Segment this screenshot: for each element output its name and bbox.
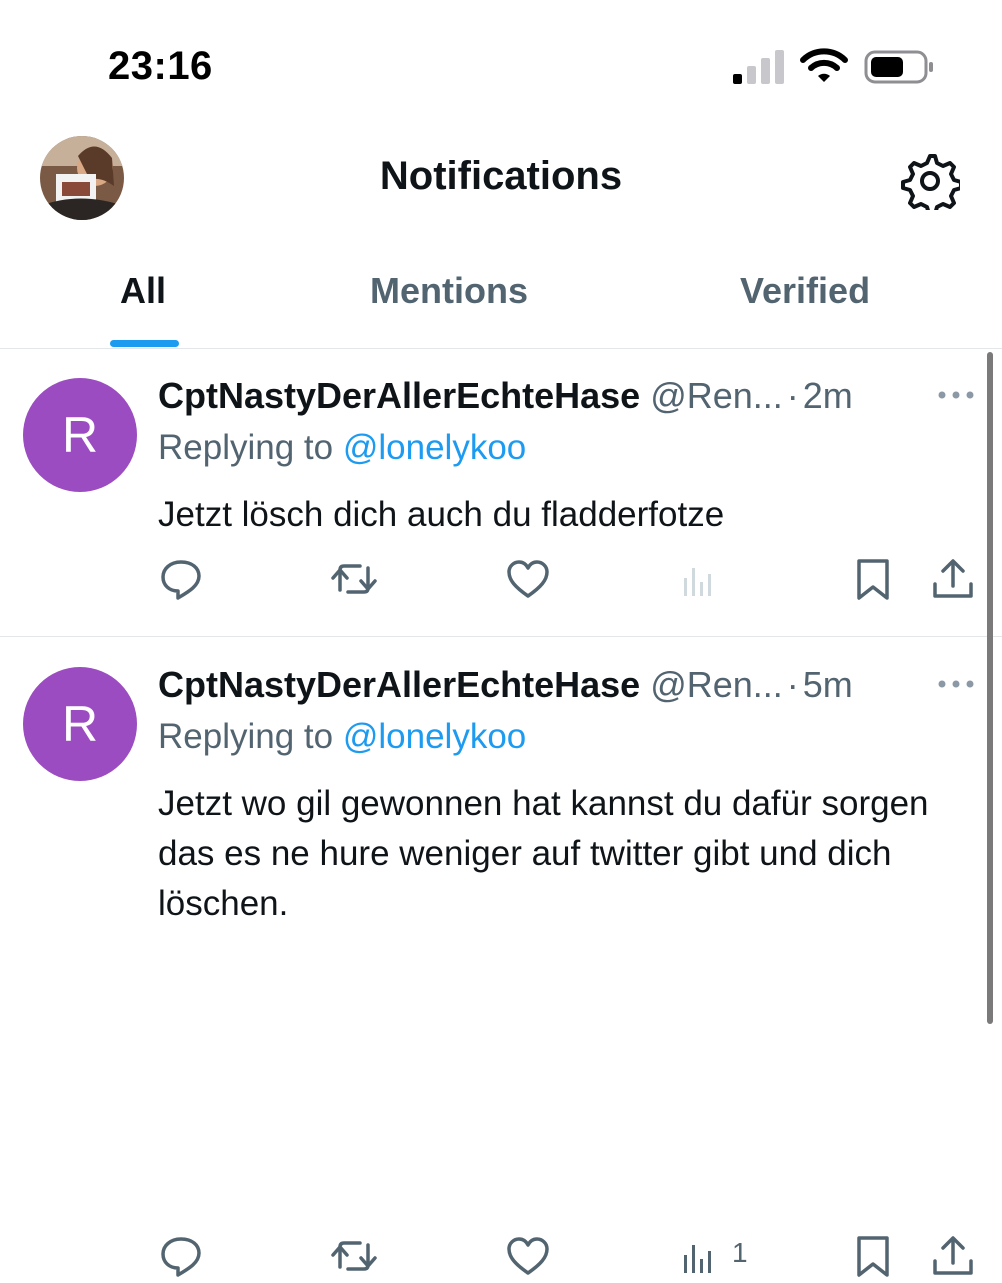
avatar[interactable]: R bbox=[23, 667, 137, 781]
active-tab-indicator bbox=[110, 340, 179, 347]
replying-to-link[interactable]: @lonelykoo bbox=[343, 717, 526, 756]
tweet-actions: 1 bbox=[0, 1233, 1002, 1283]
author-handle[interactable]: @Ren... bbox=[650, 375, 783, 416]
replying-to: Replying to @lonelykoo bbox=[158, 715, 526, 759]
notification-item[interactable]: R CptNastyDerAllerEchteHase @Ren... · 5m Re… bbox=[0, 637, 1002, 1277]
views-icon[interactable]: 1 bbox=[680, 1233, 770, 1283]
notification-item[interactable]: R CptNastyDerAllerEchteHase @Ren... · 2m Re… bbox=[0, 348, 1002, 637]
tab-bar: All Mentions Verified bbox=[0, 240, 1002, 349]
page-title: Notifications bbox=[379, 154, 623, 198]
settings-gear-icon[interactable] bbox=[900, 150, 960, 210]
scrollbar[interactable] bbox=[987, 352, 993, 1024]
share-icon[interactable] bbox=[930, 1233, 976, 1283]
status-time: 23:16 bbox=[108, 44, 213, 88]
replying-prefix: Replying to bbox=[158, 717, 334, 756]
reply-icon[interactable] bbox=[158, 556, 204, 606]
tweet-header: CptNastyDerAllerEchteHase @Ren... · 2m bbox=[158, 374, 898, 418]
status-bar: 23:16 bbox=[0, 0, 1002, 130]
views-count: 1 bbox=[732, 1237, 748, 1268]
tweet-text: Jetzt wo gil gewonnen hat kannst du dafü… bbox=[158, 784, 929, 923]
reply-icon[interactable] bbox=[158, 1233, 204, 1283]
header: Notifications bbox=[0, 130, 1002, 240]
tweet-actions bbox=[0, 556, 1002, 606]
timestamp: 2m bbox=[802, 375, 853, 416]
replying-to: Replying to @lonelykoo bbox=[158, 426, 526, 470]
retweet-icon[interactable] bbox=[330, 1233, 378, 1283]
author-name[interactable]: CptNastyDerAllerEchteHase bbox=[158, 664, 640, 705]
battery-icon bbox=[864, 49, 936, 85]
bookmark-icon[interactable] bbox=[853, 1233, 893, 1283]
replying-prefix: Replying to bbox=[158, 428, 334, 467]
author-handle[interactable]: @Ren... bbox=[650, 664, 783, 705]
separator: · bbox=[786, 664, 799, 705]
retweet-icon[interactable] bbox=[330, 556, 378, 606]
tweet-header: CptNastyDerAllerEchteHase @Ren... · 5m bbox=[158, 663, 898, 707]
separator: · bbox=[786, 375, 799, 416]
tweet-text: Jetzt lösch dich auch du fladderfotze bbox=[158, 495, 725, 534]
timestamp: 5m bbox=[802, 664, 853, 705]
avatar[interactable]: R bbox=[23, 378, 137, 492]
more-icon[interactable] bbox=[936, 380, 976, 410]
replying-to-link[interactable]: @lonelykoo bbox=[343, 428, 526, 467]
signal-icon bbox=[733, 50, 785, 84]
wifi-icon bbox=[800, 48, 848, 84]
author-name[interactable]: CptNastyDerAllerEchteHase bbox=[158, 375, 640, 416]
tab-all[interactable]: All bbox=[120, 270, 166, 312]
views-icon[interactable] bbox=[680, 556, 770, 606]
more-icon[interactable] bbox=[936, 669, 976, 699]
bookmark-icon[interactable] bbox=[853, 556, 893, 606]
share-icon[interactable] bbox=[930, 556, 976, 606]
tab-mentions[interactable]: Mentions bbox=[370, 270, 528, 312]
tab-verified[interactable]: Verified bbox=[740, 270, 870, 312]
like-icon[interactable] bbox=[505, 556, 551, 606]
like-icon[interactable] bbox=[505, 1233, 551, 1283]
